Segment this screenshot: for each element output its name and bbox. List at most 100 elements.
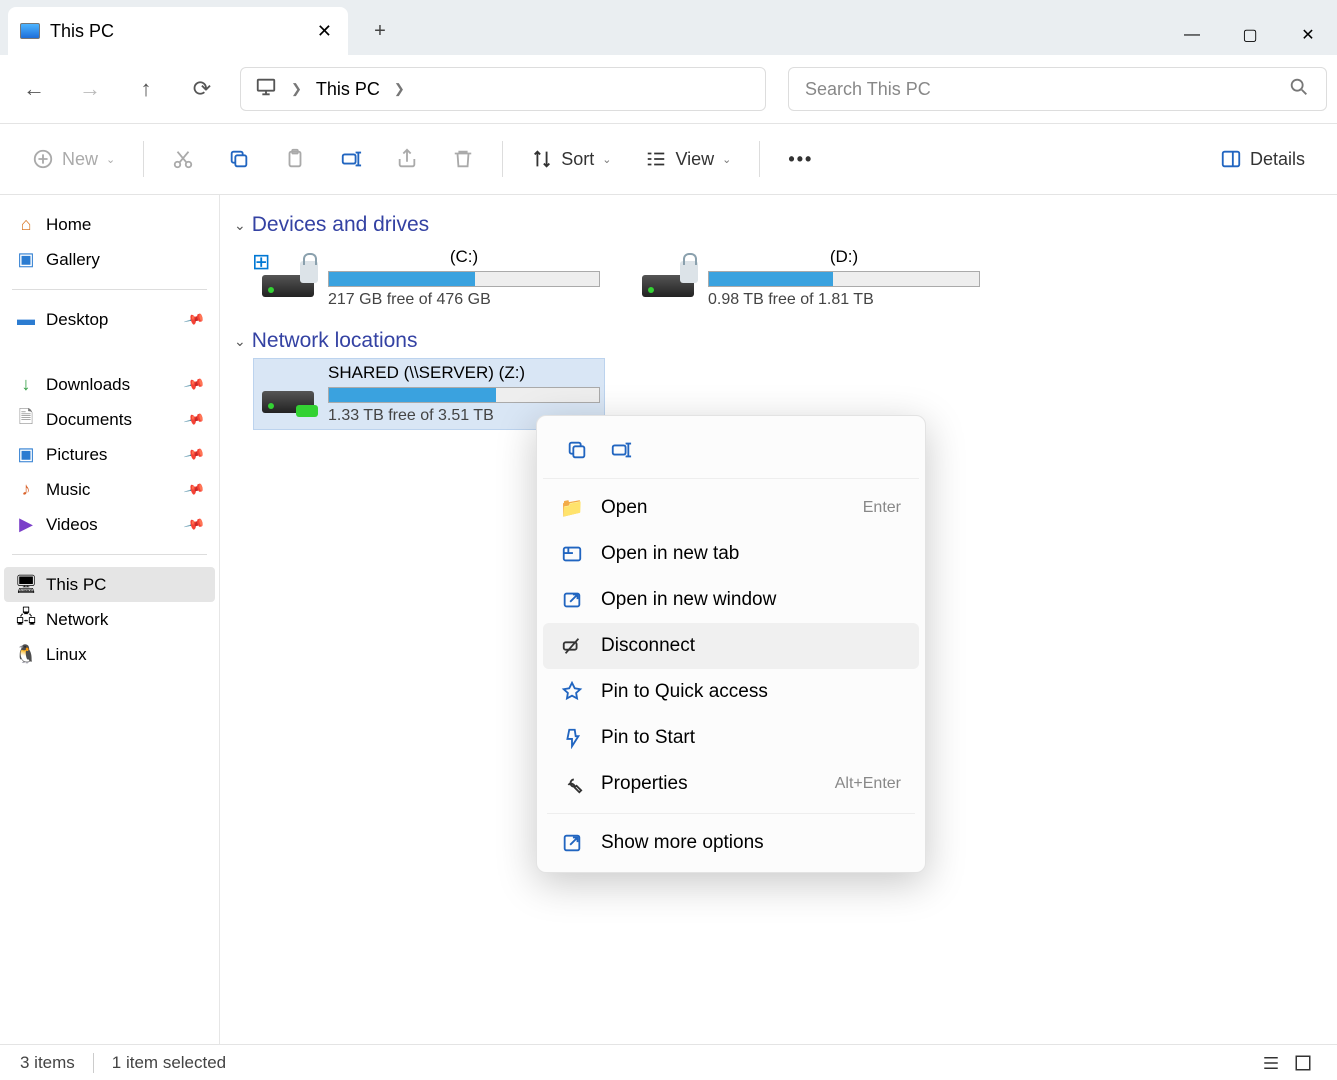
pin-icon: 📌	[182, 408, 206, 431]
sidebar-label: Downloads	[46, 375, 130, 395]
maximize-button[interactable]: ▢	[1221, 15, 1279, 55]
close-tab-icon[interactable]: ✕	[313, 17, 336, 46]
new-tab-button[interactable]: +	[366, 20, 394, 55]
status-bar: 3 items 1 item selected	[0, 1044, 1337, 1080]
context-menu: 📁 Open Enter Open in new tab Open in new…	[536, 415, 926, 873]
ctx-open-new-tab[interactable]: Open in new tab	[543, 531, 919, 577]
delete-button[interactable]	[440, 137, 486, 181]
share-button[interactable]	[384, 137, 430, 181]
more-button[interactable]: •••	[776, 137, 825, 181]
sidebar-item-documents[interactable]: 🗎 Documents 📌	[4, 402, 215, 437]
drive-c[interactable]: ⊞ (C:) 217 GB free of 476 GB	[254, 243, 604, 313]
sidebar-label: Videos	[46, 515, 98, 535]
ctx-label: Properties	[601, 773, 688, 795]
ctx-label: Pin to Start	[601, 727, 695, 749]
breadcrumb-thispc[interactable]: This PC	[316, 79, 380, 100]
search-icon	[1288, 76, 1310, 103]
cut-button[interactable]	[160, 137, 206, 181]
folder-icon: 📁	[561, 497, 583, 519]
pin-icon: 📌	[182, 308, 206, 331]
new-label: New	[62, 149, 98, 170]
ctx-label: Open	[601, 497, 647, 519]
capacity-bar	[328, 387, 600, 403]
ctx-show-more[interactable]: Show more options	[543, 820, 919, 866]
separator	[12, 554, 207, 555]
rename-button[interactable]	[328, 137, 374, 181]
view-label: View	[675, 149, 714, 170]
chevron-right-icon[interactable]: ❯	[291, 81, 302, 97]
new-button[interactable]: New ⌄	[20, 137, 127, 181]
drive-icon	[258, 363, 318, 413]
ctx-label: Open in new tab	[601, 543, 739, 565]
minimize-button[interactable]: —	[1163, 15, 1221, 55]
address-bar[interactable]: ❯ This PC ❯	[240, 67, 766, 111]
ctx-properties[interactable]: Properties Alt+Enter	[543, 761, 919, 807]
sidebar-item-thispc[interactable]: 🖥 This PC	[4, 567, 215, 602]
ctx-open-new-window[interactable]: Open in new window	[543, 577, 919, 623]
chevron-right-icon[interactable]: ❯	[394, 81, 405, 97]
network-icon: 🖧	[16, 610, 36, 630]
sidebar-item-music[interactable]: ♪ Music 📌	[4, 472, 215, 507]
capacity-bar	[328, 271, 600, 287]
drive-icon	[638, 247, 698, 297]
new-tab-icon	[561, 543, 583, 565]
forward-button[interactable]: →	[66, 65, 114, 113]
refresh-button[interactable]: ⟳	[178, 65, 226, 113]
drive-name: (D:)	[708, 247, 980, 267]
back-button[interactable]: ←	[10, 65, 58, 113]
copy-button[interactable]	[216, 137, 262, 181]
downloads-icon: ↓	[16, 375, 36, 395]
close-window-button[interactable]: ✕	[1279, 15, 1337, 55]
ctx-open[interactable]: 📁 Open Enter	[543, 485, 919, 531]
sidebar-item-home[interactable]: ⌂ Home	[4, 207, 215, 242]
videos-icon: ▶	[16, 515, 36, 535]
status-item-count: 3 items	[20, 1053, 75, 1073]
rename-button[interactable]	[603, 432, 639, 468]
sidebar-label: Home	[46, 215, 91, 235]
sidebar-item-pictures[interactable]: ▣ Pictures 📌	[4, 437, 215, 472]
ctx-label: Open in new window	[601, 589, 776, 611]
view-list-button[interactable]	[1257, 1051, 1285, 1075]
chevron-down-icon: ⌄	[106, 153, 115, 166]
sidebar-label: Pictures	[46, 445, 107, 465]
sidebar-item-desktop[interactable]: ▬ Desktop 📌	[4, 302, 215, 337]
sidebar-item-linux[interactable]: 🐧 Linux	[4, 637, 215, 672]
capacity-fill	[709, 272, 833, 286]
sidebar-label: Linux	[46, 645, 87, 665]
music-icon: ♪	[16, 480, 36, 500]
group-header-devices[interactable]: ⌄ Devices and drives	[234, 213, 1323, 237]
copy-button[interactable]	[559, 432, 595, 468]
paste-button[interactable]	[272, 137, 318, 181]
more-options-icon	[561, 832, 583, 854]
linux-icon: 🐧	[16, 645, 36, 665]
sidebar-item-downloads[interactable]: ↓ Downloads 📌	[4, 367, 215, 402]
sidebar-label: This PC	[46, 575, 106, 595]
sidebar-label: Desktop	[46, 310, 108, 330]
view-button[interactable]: View ⌄	[633, 137, 743, 181]
gallery-icon: ▣	[16, 250, 36, 270]
separator	[93, 1053, 94, 1073]
sort-label: Sort	[561, 149, 594, 170]
ctx-pin-start[interactable]: Pin to Start	[543, 715, 919, 761]
window-controls: — ▢ ✕	[1163, 15, 1337, 55]
search-input[interactable]: Search This PC	[788, 67, 1327, 111]
details-pane-button[interactable]: Details	[1208, 137, 1317, 181]
group-header-network[interactable]: ⌄ Network locations	[234, 329, 1323, 353]
sidebar-item-videos[interactable]: ▶ Videos 📌	[4, 507, 215, 542]
divider	[502, 141, 503, 177]
sort-button[interactable]: Sort ⌄	[519, 137, 623, 181]
view-grid-button[interactable]	[1289, 1051, 1317, 1075]
search-placeholder: Search This PC	[805, 79, 931, 100]
tab-thispc[interactable]: This PC ✕	[8, 7, 348, 55]
separator	[12, 289, 207, 290]
up-button[interactable]: ↑	[122, 65, 170, 113]
ctx-pin-quick[interactable]: Pin to Quick access	[543, 669, 919, 715]
chevron-down-icon: ⌄	[722, 153, 731, 166]
ctx-disconnect[interactable]: Disconnect	[543, 623, 919, 669]
ctx-label: Pin to Quick access	[601, 681, 768, 703]
pin-icon	[561, 727, 583, 749]
sidebar-item-gallery[interactable]: ▣ Gallery	[4, 242, 215, 277]
sidebar-item-network[interactable]: 🖧 Network	[4, 602, 215, 637]
drive-d[interactable]: (D:) 0.98 TB free of 1.81 TB	[634, 243, 984, 313]
divider	[759, 141, 760, 177]
